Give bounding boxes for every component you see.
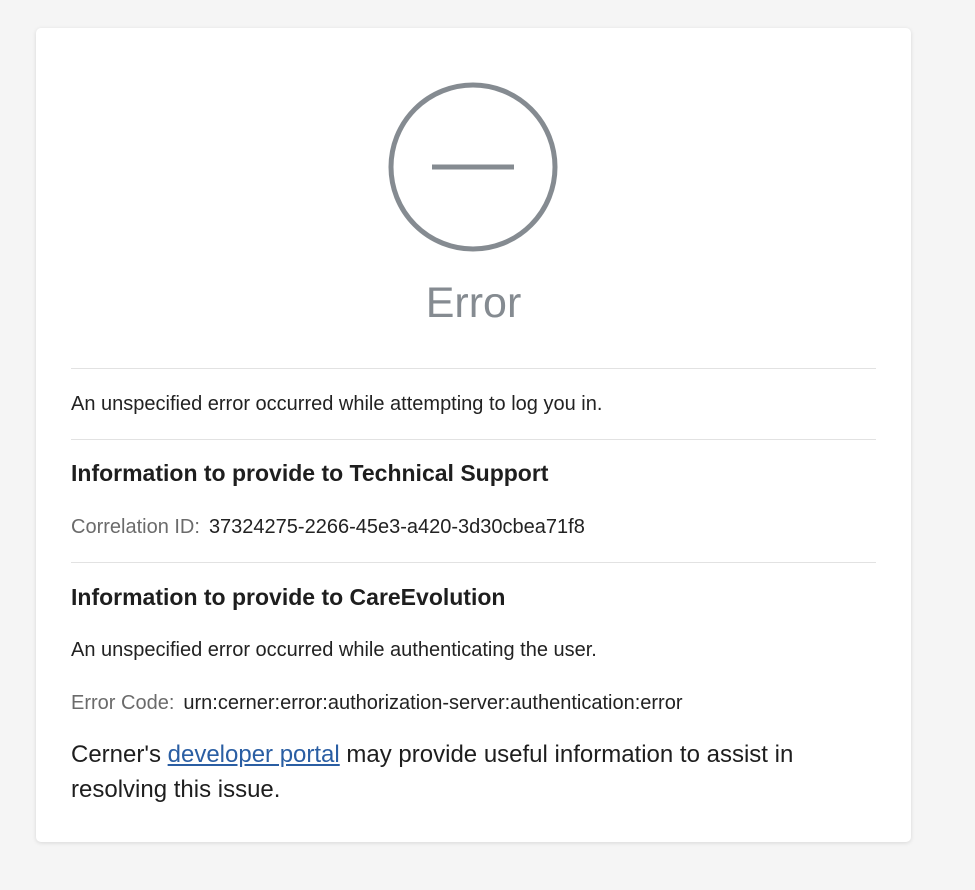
correlation-id-label: Correlation ID:	[71, 516, 200, 538]
divider	[71, 562, 876, 563]
care-evolution-heading: Information to provide to CareEvolution	[71, 584, 506, 610]
error-code-label: Error Code:	[71, 692, 175, 714]
divider	[71, 439, 876, 440]
correlation-id-value: 37324275-2266-45e3-a420-3d30cbea71f8	[208, 516, 585, 538]
divider	[71, 368, 876, 369]
correlation-id-row: Correlation ID: 37324275-2266-45e3-a420-3…	[71, 515, 876, 539]
error-title: Error	[425, 279, 522, 327]
developer-portal-link[interactable]: developer portal	[168, 741, 340, 768]
care-evolution-message: An unspecified error occurred while auth…	[71, 639, 597, 661]
footer-text: Cerner's developer portal may provide us…	[71, 737, 876, 807]
error-code-value: urn:cerner:error:authorization-server:au…	[183, 692, 683, 714]
error-card: Error An unspecified error occurred whil…	[36, 28, 911, 842]
error-message: An unspecified error occurred while atte…	[71, 393, 603, 415]
minus-circle-icon	[388, 82, 558, 252]
footer-prefix: Cerner's	[71, 741, 161, 768]
error-code-row: Error Code: urn:cerner:error:authorizatio…	[71, 691, 876, 715]
technical-support-heading: Information to provide to Technical Supp…	[71, 460, 549, 486]
